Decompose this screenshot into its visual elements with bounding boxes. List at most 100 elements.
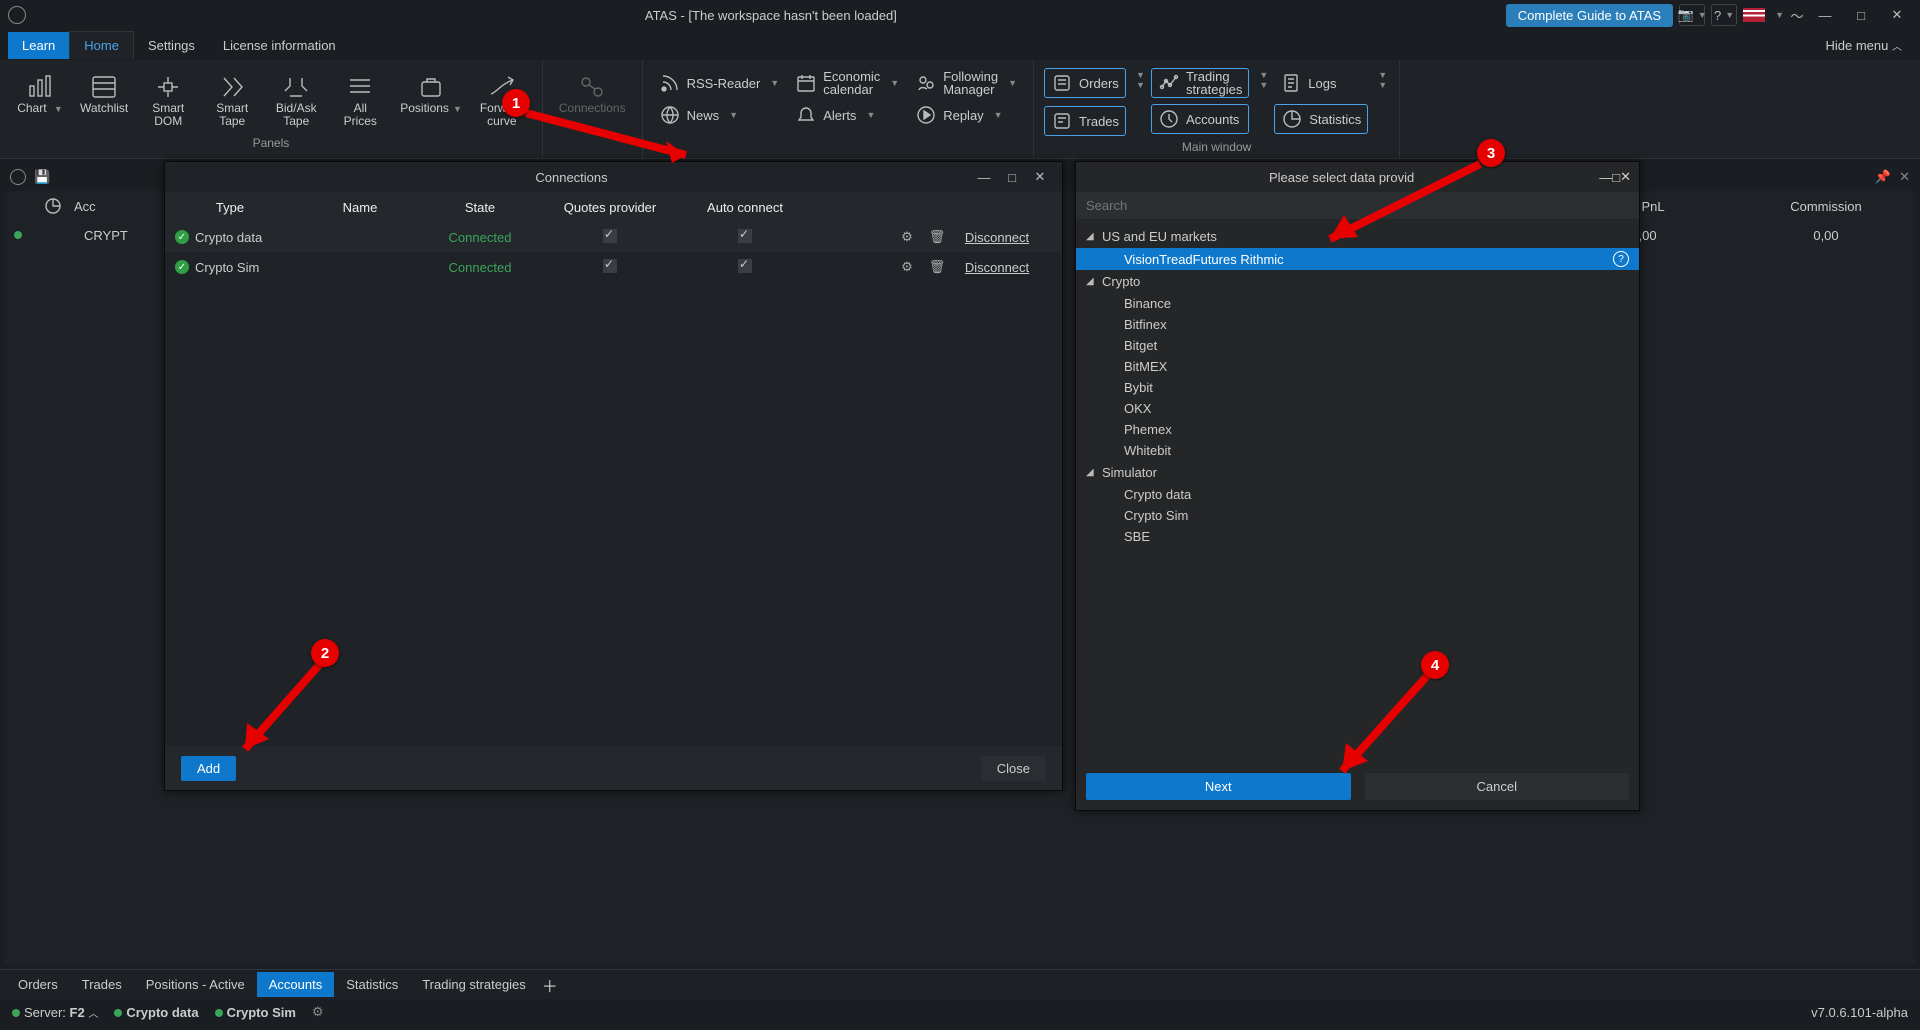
hide-menu-button[interactable]: Hide menu ︿ [1826, 38, 1920, 53]
gear-icon[interactable]: ⚙ [892, 229, 922, 245]
tree-item[interactable]: Bybit [1076, 377, 1639, 398]
version-label: v7.0.6.101-alpha [1811, 1005, 1908, 1020]
checkbox-icon[interactable] [603, 259, 617, 273]
window-maximize-icon[interactable]: □ [1846, 3, 1876, 27]
group-main-window-label: Main window [1044, 136, 1389, 156]
tab-trading-strategies[interactable]: Trading strategies [410, 972, 538, 997]
disconnect-link[interactable]: Disconnect [965, 230, 1029, 245]
alerts-button[interactable]: Alerts▼ [789, 100, 905, 130]
language-flag-icon[interactable] [1743, 8, 1765, 22]
status-dot-icon [14, 231, 22, 239]
check-icon: ✓ [175, 230, 189, 244]
conn-maximize-icon[interactable]: □ [998, 170, 1026, 185]
arrow-3-icon [1310, 159, 1490, 259]
prov-maximize-icon[interactable]: □ [1612, 170, 1620, 185]
bidask-tape-button[interactable]: Bid/Ask Tape [266, 68, 326, 132]
tree-group[interactable]: ◢Crypto [1076, 270, 1639, 293]
replay-button[interactable]: Replay▼ [909, 100, 1023, 130]
trading-strategies-button[interactable]: Trading strategies [1151, 68, 1249, 98]
guide-button[interactable]: Complete Guide to ATAS [1506, 4, 1673, 27]
col-commission: Commission [1736, 199, 1916, 214]
economic-calendar-button[interactable]: Economic calendar▼ [789, 68, 905, 98]
tree-item[interactable]: Phemex [1076, 419, 1639, 440]
tree-group[interactable]: ◢Simulator [1076, 461, 1639, 484]
trash-icon[interactable]: 🗑 [922, 229, 952, 245]
checkbox-icon[interactable] [738, 229, 752, 243]
watchlist-button[interactable]: Watchlist [74, 68, 134, 119]
screenshot-icon[interactable]: 📷▼ [1679, 4, 1705, 26]
close-button[interactable]: Close [981, 756, 1046, 781]
panel-logo-icon [10, 169, 26, 185]
smart-dom-button[interactable]: Smart DOM [138, 68, 198, 132]
window-minimize-icon[interactable]: — [1810, 3, 1840, 27]
tree-item[interactable]: Whitebit [1076, 440, 1639, 461]
tab-accounts[interactable]: Accounts [257, 972, 334, 997]
prov-minimize-icon[interactable]: — [1599, 170, 1612, 185]
arrow-4-icon [1322, 671, 1442, 791]
save-icon[interactable]: 💾 [34, 169, 50, 185]
orders-button[interactable]: Orders [1044, 68, 1126, 98]
annotation-3: 3 [1477, 139, 1505, 167]
disconnect-link[interactable]: Disconnect [965, 260, 1029, 275]
tab-orders[interactable]: Orders [6, 972, 70, 997]
provider-tree: ◢US and EU markets VisionTreadFutures Ri… [1076, 219, 1639, 749]
tab-settings[interactable]: Settings [134, 32, 209, 59]
chart-button[interactable]: Chart ▼ [10, 68, 70, 119]
positions-button[interactable]: Positions▼ [394, 68, 468, 119]
tab-positions[interactable]: Positions - Active [134, 972, 257, 997]
tab-home[interactable]: Home [69, 31, 134, 59]
annotation-1: 1 [502, 89, 530, 117]
titlebar: ATAS - [The workspace hasn't been loaded… [0, 0, 1920, 30]
prov-close-icon[interactable]: ✕ [1620, 169, 1631, 185]
conn-minimize-icon[interactable]: — [970, 170, 998, 185]
tree-item[interactable]: Bitfinex [1076, 314, 1639, 335]
tree-item[interactable]: Crypto Sim [1076, 505, 1639, 526]
annotation-2: 2 [311, 639, 339, 667]
accounts-button[interactable]: Accounts [1151, 104, 1249, 134]
help-icon[interactable]: ?▼ [1711, 4, 1737, 26]
tab-learn[interactable]: Learn [8, 32, 69, 59]
tree-item[interactable]: Bitget [1076, 335, 1639, 356]
window-close-icon[interactable]: ✕ [1882, 3, 1912, 27]
checkbox-icon[interactable] [738, 259, 752, 273]
window-title: ATAS - [The workspace hasn't been loaded… [36, 8, 1506, 23]
trades-button[interactable]: Trades [1044, 106, 1126, 136]
rss-reader-button[interactable]: RSS-Reader▼ [653, 68, 786, 98]
logs-button[interactable]: Logs [1274, 68, 1368, 98]
following-manager-button[interactable]: Following Manager▼ [909, 68, 1023, 98]
statistics-button[interactable]: Statistics [1274, 104, 1368, 134]
pin-icon[interactable]: 📌 [1875, 169, 1891, 185]
checkbox-icon[interactable] [603, 229, 617, 243]
group-panels-label: Panels [10, 132, 532, 152]
gear-icon[interactable]: ⚙ [892, 259, 922, 275]
trash-icon[interactable]: 🗑 [922, 259, 952, 275]
annotation-4: 4 [1421, 651, 1449, 679]
arrow-1-icon [516, 103, 706, 173]
tab-license[interactable]: License information [209, 32, 350, 59]
connections-header: Type Name State Quotes provider Auto con… [165, 192, 1062, 222]
conn-status-1[interactable]: Crypto data [114, 1005, 198, 1020]
tree-item[interactable]: Binance [1076, 293, 1639, 314]
status-bar: Server: F2 ︿ Crypto data Crypto Sim ⚙ v7… [0, 999, 1920, 1025]
add-tab-button[interactable]: ＋ [538, 973, 562, 997]
tree-item[interactable]: OKX [1076, 398, 1639, 419]
ribbon: Chart ▼ Watchlist Smart DOM Smart Tape B… [0, 60, 1920, 159]
conn-status-2[interactable]: Crypto Sim [215, 1005, 296, 1020]
tab-trades[interactable]: Trades [70, 972, 134, 997]
server-status[interactable]: Server: F2 ︿ [12, 1005, 98, 1020]
next-button[interactable]: Next [1086, 773, 1351, 800]
tree-item[interactable]: Crypto data [1076, 484, 1639, 505]
tree-item[interactable]: SBE [1076, 526, 1639, 547]
smart-tape-button[interactable]: Smart Tape [202, 68, 262, 132]
bottom-tabs: Orders Trades Positions - Active Account… [0, 969, 1920, 999]
help-icon[interactable]: ? [1613, 251, 1629, 267]
connection-row[interactable]: ✓Crypto data Connected ⚙ 🗑 Disconnect [165, 222, 1062, 252]
tree-item[interactable]: BitMEX [1076, 356, 1639, 377]
gear-icon[interactable]: ⚙ [312, 1004, 324, 1020]
panel-close-icon[interactable]: ✕ [1899, 169, 1910, 185]
col-account: Acc [74, 199, 174, 214]
connection-row[interactable]: ✓Crypto Sim Connected ⚙ 🗑 Disconnect [165, 252, 1062, 282]
all-prices-button[interactable]: All Prices [330, 68, 390, 132]
tab-statistics[interactable]: Statistics [334, 972, 410, 997]
conn-close-icon[interactable]: ✕ [1026, 169, 1054, 185]
